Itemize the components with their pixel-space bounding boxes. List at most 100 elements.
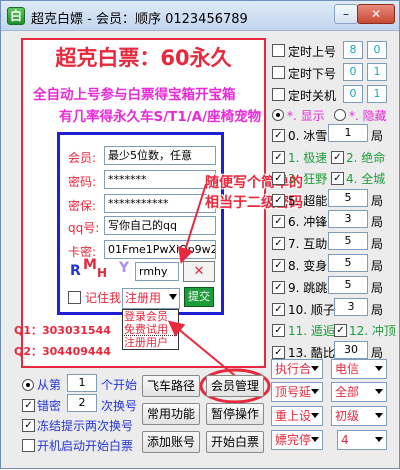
chevron-down-icon bbox=[311, 366, 319, 371]
superspeed-label: 5. 超能 bbox=[288, 194, 328, 208]
ice-count[interactable]: 1 bbox=[328, 124, 368, 142]
city-label: 4. 全城 bbox=[346, 172, 386, 186]
carrier-combo-value: 电信 bbox=[335, 362, 360, 376]
assist-unit: 局 bbox=[371, 237, 384, 251]
crazy-label: 3. 狂野 bbox=[288, 172, 328, 186]
order-label: 10. 顺子 bbox=[288, 303, 335, 317]
hide-label: *. 隐藏 bbox=[349, 109, 387, 123]
surprise-checkbox[interactable]: ✓ bbox=[334, 324, 347, 337]
timer-shutdown-checkbox[interactable] bbox=[272, 88, 285, 101]
jump-unit: 局 bbox=[371, 281, 384, 295]
extinct-label: 2. 绝命 bbox=[346, 151, 386, 165]
charge-label: 6. 冲锋 bbox=[288, 215, 328, 229]
assist-checkbox[interactable]: ✓ bbox=[272, 237, 285, 250]
level-combo[interactable]: 初级 bbox=[331, 406, 387, 426]
freeze-checkbox[interactable]: ✓ bbox=[22, 419, 35, 432]
city-checkbox[interactable]: ✓ bbox=[331, 172, 344, 185]
timer-on-hour[interactable]: 8 bbox=[343, 41, 363, 59]
charge-count[interactable]: 3 bbox=[328, 210, 368, 228]
timer-shutdown-hour[interactable]: 0 bbox=[343, 85, 363, 103]
stop-combo-value: 嫖完停 bbox=[275, 433, 312, 447]
escape-checkbox[interactable]: ✓ bbox=[272, 324, 285, 337]
add-account-button[interactable]: 添加账号 bbox=[142, 431, 200, 453]
hide-radio[interactable] bbox=[334, 109, 346, 121]
chevron-down-icon bbox=[311, 413, 319, 418]
chevron-down-icon bbox=[375, 437, 383, 442]
arrow-to-rmhy bbox=[177, 183, 207, 264]
from-label: 从第 bbox=[37, 378, 62, 392]
show-radio[interactable] bbox=[272, 109, 284, 121]
stop-count-value: 4 bbox=[341, 433, 349, 447]
chevron-down-icon bbox=[375, 389, 383, 394]
timer-on-checkbox[interactable] bbox=[272, 44, 285, 57]
timer-shutdown-label: 定时关机 bbox=[288, 89, 337, 103]
timer-on-label: 定时上号 bbox=[288, 45, 337, 59]
timer-off-checkbox[interactable] bbox=[272, 66, 285, 79]
speed-checkbox[interactable]: ✓ bbox=[272, 151, 285, 164]
boot-checkbox[interactable] bbox=[22, 439, 35, 452]
chevron-down-icon bbox=[311, 389, 319, 394]
start-button[interactable]: 开始白票 bbox=[206, 431, 264, 453]
cool-count[interactable]: 30 bbox=[334, 341, 368, 359]
ice-label: 0. 冰雪 bbox=[288, 129, 328, 143]
error-input[interactable]: 2 bbox=[67, 394, 97, 412]
timer-off-minute[interactable]: 1 bbox=[367, 63, 387, 81]
extinct-checkbox[interactable]: ✓ bbox=[331, 151, 344, 164]
scope-combo[interactable]: 全部 bbox=[331, 382, 387, 402]
cool-checkbox[interactable]: ✓ bbox=[272, 346, 285, 359]
member-manage-button[interactable]: 会员管理 bbox=[206, 375, 264, 397]
start-label: 个开始 bbox=[101, 378, 138, 392]
switch-label: 次换号 bbox=[101, 399, 138, 413]
exec-combo[interactable]: 执行合 bbox=[271, 359, 323, 379]
chevron-down-icon bbox=[375, 366, 383, 371]
ice-checkbox[interactable]: ✓ bbox=[272, 129, 285, 142]
transform-count[interactable]: 5 bbox=[328, 254, 368, 272]
stop-combo[interactable]: 嫖完停 bbox=[271, 430, 323, 450]
carrier-combo[interactable]: 电信 bbox=[331, 359, 387, 379]
pause-button[interactable]: 暂停操作 bbox=[206, 403, 264, 425]
from-input[interactable]: 1 bbox=[67, 374, 97, 392]
relogin-combo[interactable]: 重上设 bbox=[271, 406, 323, 426]
app-window: 白 超克白嫖 - 会员：顺序 0123456789 – ✕ 超克白票：60永久 … bbox=[0, 0, 400, 469]
common-functions-button[interactable]: 常用功能 bbox=[142, 403, 200, 425]
jump-count[interactable]: 5 bbox=[328, 276, 368, 294]
timer-shutdown-minute[interactable]: 1 bbox=[367, 85, 387, 103]
stop-count-combo[interactable]: 4 bbox=[337, 430, 387, 450]
from-radio[interactable] bbox=[22, 379, 34, 391]
relogin-combo-value: 重上设 bbox=[275, 409, 312, 423]
assist-label: 7. 互助 bbox=[288, 237, 328, 251]
scope-combo-value: 全部 bbox=[335, 385, 360, 399]
transform-label: 8. 变身 bbox=[288, 259, 328, 273]
boot-label: 开机启动开始白票 bbox=[37, 439, 134, 453]
order-count[interactable]: 3 bbox=[334, 298, 368, 316]
order-checkbox[interactable]: ✓ bbox=[272, 303, 285, 316]
level-combo-value: 初级 bbox=[335, 409, 360, 423]
crazy-checkbox[interactable]: ✓ bbox=[272, 172, 285, 185]
superspeed-unit: 局 bbox=[371, 194, 384, 208]
timer-off-label: 定时下号 bbox=[288, 67, 337, 81]
delay-combo[interactable]: 顶号延 bbox=[271, 382, 323, 402]
jump-checkbox[interactable]: ✓ bbox=[272, 281, 285, 294]
charge-checkbox[interactable]: ✓ bbox=[272, 215, 285, 228]
transform-checkbox[interactable]: ✓ bbox=[272, 259, 285, 272]
jump-label: 9. 跳跳 bbox=[288, 281, 328, 295]
show-label: *. 显示 bbox=[287, 109, 325, 123]
chevron-down-icon bbox=[375, 413, 383, 418]
superspeed-count[interactable]: 5 bbox=[328, 189, 368, 207]
delay-combo-value: 顶号延 bbox=[275, 385, 312, 399]
surprise-label: 12. 冲顶 bbox=[349, 324, 396, 338]
error-label: 错密 bbox=[37, 399, 62, 413]
timer-on-minute[interactable]: 0 bbox=[367, 41, 387, 59]
superspeed-checkbox[interactable]: ✓ bbox=[272, 194, 285, 207]
transform-unit: 局 bbox=[371, 259, 384, 273]
ice-unit: 局 bbox=[371, 129, 384, 143]
order-unit: 局 bbox=[371, 303, 384, 317]
exec-combo-value: 执行合 bbox=[275, 362, 312, 376]
speed-label: 1. 极速 bbox=[288, 151, 328, 165]
escape-label: 11. 遁逅 bbox=[288, 324, 335, 338]
error-checkbox[interactable]: ✓ bbox=[22, 399, 35, 412]
charge-unit: 局 bbox=[371, 215, 384, 229]
timer-off-hour[interactable]: 0 bbox=[343, 63, 363, 81]
route-button[interactable]: 飞车路径 bbox=[142, 375, 200, 397]
assist-count[interactable]: 5 bbox=[328, 232, 368, 250]
